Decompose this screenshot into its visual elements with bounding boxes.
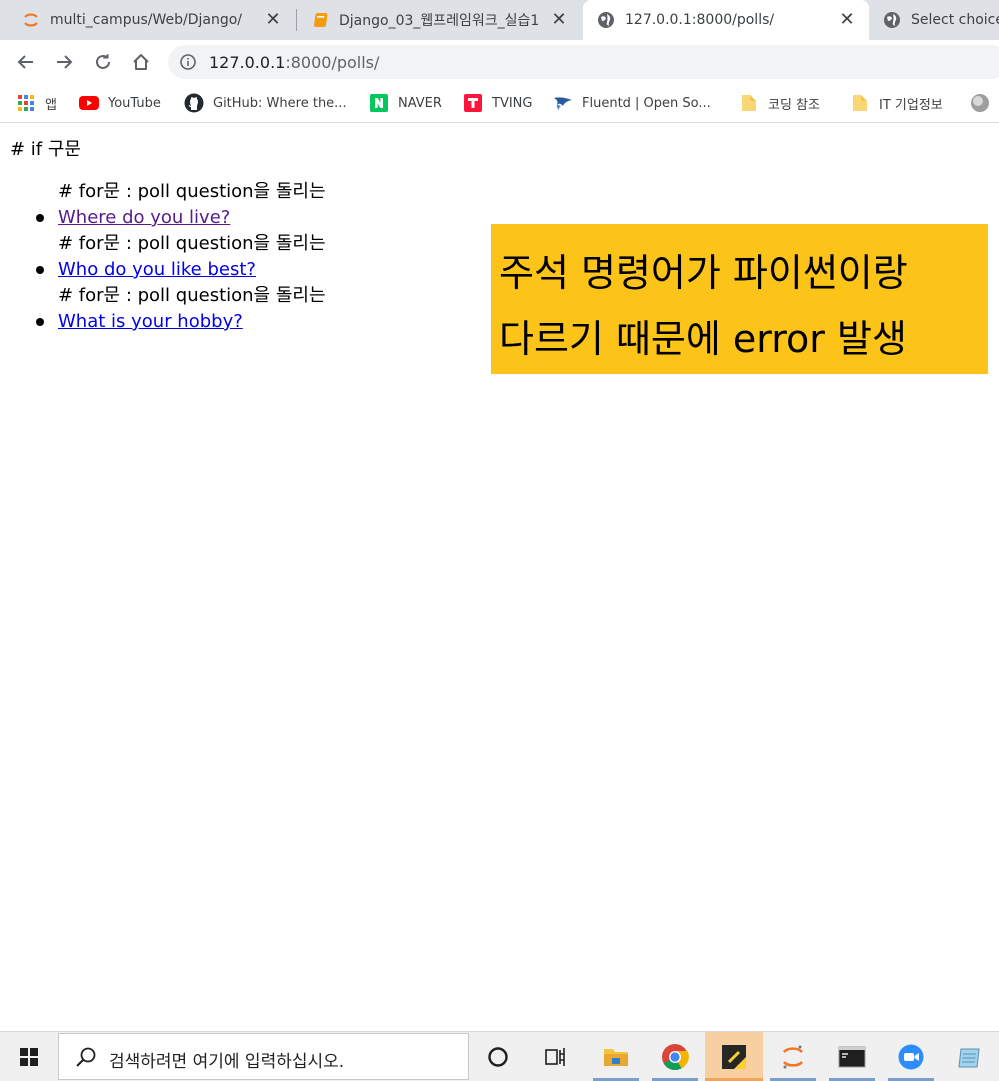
cortana-icon (488, 1046, 508, 1067)
bookmark-label: IT 기업정보 (879, 97, 943, 113)
search-placeholder: 검색하려면 여기에 입력하십시오. (109, 1052, 345, 1072)
bookmark-apps[interactable]: 앱 (16, 91, 57, 115)
list-item: Who do you like best? (36, 257, 326, 283)
bookmark-label: TVING (492, 95, 533, 111)
bookmark-naver[interactable]: NAVER (369, 91, 442, 115)
note-line-2: 다르기 때문에 error 발생 (499, 317, 907, 361)
bookmark-youtube[interactable]: YouTube (79, 91, 161, 115)
reload-button[interactable] (89, 48, 117, 76)
tving-icon (463, 93, 483, 113)
tab-strip: multi_campus/Web/Django/ ✕ Django_03_웹프레… (0, 0, 999, 40)
tab-title: 127.0.0.1:8000/polls/ (625, 12, 775, 28)
apps-grid-icon (16, 93, 36, 113)
bookmark-folder-coding[interactable]: 코딩 참조 (739, 91, 820, 115)
bookmark-label: GitHub: Where the... (213, 95, 347, 111)
globe-icon (597, 11, 615, 29)
fluentd-icon (553, 93, 573, 113)
bookmark-label: 앱 (45, 97, 57, 113)
close-icon[interactable]: ✕ (263, 10, 283, 30)
globe-icon (883, 11, 901, 29)
sticky-notes-button[interactable] (705, 1032, 763, 1081)
start-button[interactable] (0, 1032, 58, 1081)
tab-notebook[interactable]: Django_03_웹프레임워크_실습1 ✕ (297, 0, 581, 40)
cortana-button[interactable] (469, 1032, 527, 1081)
tab-polls-active[interactable]: 127.0.0.1:8000/polls/ ✕ (583, 0, 869, 40)
zoom-button[interactable] (882, 1032, 940, 1081)
bookmark-tving[interactable]: TVING (463, 91, 532, 115)
page-content: # if 구문 # for문 : poll question을 돌리는 Wher… (0, 123, 999, 1031)
terminal-icon (838, 1046, 866, 1067)
site-icon (970, 93, 990, 113)
if-comment-text: # if 구문 (10, 139, 81, 160)
bookmark-label: Fluentd | Open So... (582, 95, 711, 111)
for-comment-text: # for문 : poll question을 돌리는 (58, 233, 326, 254)
info-icon[interactable] (180, 54, 196, 70)
question-link[interactable]: Who do you like best? (58, 259, 256, 280)
file-explorer-button[interactable] (587, 1032, 645, 1081)
bookmark-fluentd[interactable]: Fluentd | Open So... (553, 91, 711, 115)
for-comment-text: # for문 : poll question을 돌리는 (58, 285, 326, 306)
forward-button[interactable] (50, 48, 78, 76)
sticky-notes-icon (722, 1044, 746, 1069)
annotation-note: 주석 명령어가 파이썬이랑 다르기 때문에 error 발생 (491, 224, 988, 374)
youtube-icon (79, 93, 99, 113)
home-button[interactable] (127, 48, 155, 76)
jupyter-icon (782, 1045, 804, 1068)
bookmark-folder-it[interactable]: IT 기업정보 (850, 91, 943, 115)
github-icon (184, 93, 204, 113)
bookmark-label: YouTube (108, 95, 161, 111)
naver-icon (369, 93, 389, 113)
browser-toolbar: 127.0.0.1:8000/polls/ (0, 40, 999, 84)
taskbar-search-input[interactable]: 검색하려면 여기에 입력하십시오. (58, 1033, 469, 1080)
url-path: :8000/polls/ (285, 53, 380, 72)
url-host: 127.0.0.1 (209, 53, 286, 72)
reload-icon (96, 54, 110, 69)
address-bar[interactable]: 127.0.0.1:8000/polls/ (168, 45, 999, 79)
tab-select-choice[interactable]: Select choice (869, 0, 999, 40)
list-item: Where do you live? (36, 205, 326, 231)
question-list: # for문 : poll question을 돌리는 Where do you… (0, 179, 326, 335)
folder-icon (850, 93, 870, 113)
tab-title: Select choice (911, 12, 999, 28)
list-item: What is your hobby? (36, 309, 326, 335)
notebook-icon (311, 11, 329, 29)
back-button[interactable] (12, 48, 40, 76)
question-link[interactable]: Where do you live? (58, 207, 230, 228)
tab-jupyter[interactable]: multi_campus/Web/Django/ ✕ (0, 0, 295, 40)
notepad-button[interactable] (941, 1032, 999, 1081)
bookmarks-bar: 앱 YouTube GitHub: Where the... NAVER TVI… (0, 84, 999, 123)
task-view-button[interactable] (528, 1032, 586, 1081)
jupyter-button[interactable] (764, 1032, 822, 1081)
terminal-button[interactable] (823, 1032, 881, 1081)
jupyter-icon (22, 11, 40, 29)
tab-title: multi_campus/Web/Django/ (50, 12, 242, 28)
file-explorer-icon (604, 1048, 628, 1066)
home-icon (133, 54, 149, 70)
url-text: 127.0.0.1:8000/polls/ (209, 53, 379, 72)
tab-title: Django_03_웹프레임워크_실습1 (339, 13, 540, 29)
windows-taskbar: 검색하려면 여기에 입력하십시오. (0, 1031, 999, 1081)
zoom-icon (898, 1044, 924, 1069)
bookmark-overflow[interactable] (970, 91, 999, 115)
notepad-icon (958, 1048, 980, 1067)
folder-icon (739, 93, 759, 113)
note-line-1: 주석 명령어가 파이썬이랑 (499, 251, 908, 295)
forward-arrow-icon (57, 55, 73, 69)
task-view-icon (545, 1047, 565, 1066)
chrome-icon (662, 1043, 689, 1070)
question-link[interactable]: What is your hobby? (58, 311, 243, 332)
bookmark-label: NAVER (398, 95, 442, 111)
back-arrow-icon (17, 55, 33, 69)
bookmark-label: 코딩 참조 (768, 97, 820, 113)
close-icon[interactable]: ✕ (837, 10, 857, 30)
bookmark-github[interactable]: GitHub: Where the... (184, 91, 347, 115)
search-icon (76, 1047, 96, 1067)
chrome-button[interactable] (646, 1032, 704, 1081)
for-comment-text: # for문 : poll question을 돌리는 (58, 181, 326, 202)
windows-logo-icon (20, 1047, 38, 1066)
close-icon[interactable]: ✕ (549, 10, 569, 30)
